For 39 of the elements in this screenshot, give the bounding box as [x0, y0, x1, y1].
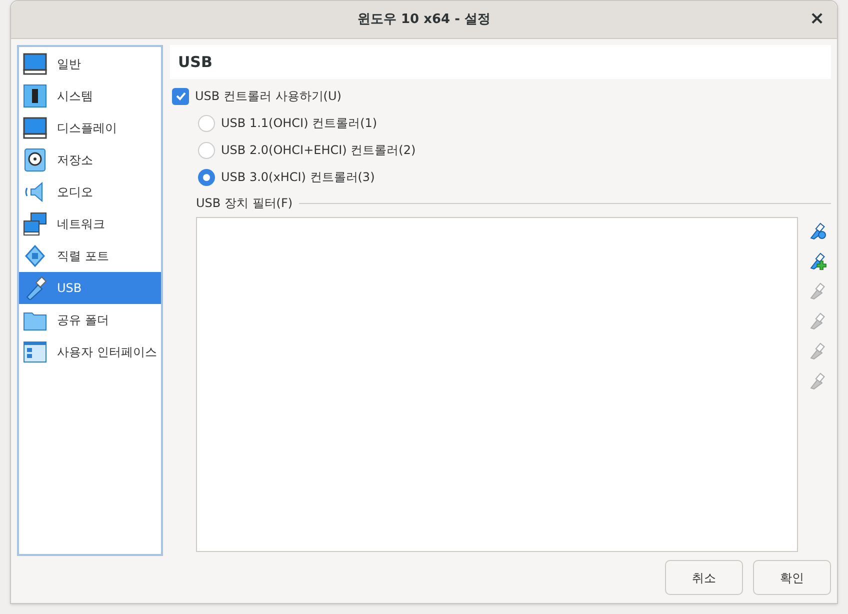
radio-button[interactable]: [198, 168, 215, 186]
usb-plug-plus-icon: [809, 252, 827, 270]
sidebar-item[interactable]: 직렬 포트: [19, 240, 161, 272]
sidebar-item[interactable]: 일반: [19, 48, 161, 80]
sidebar-item[interactable]: 네트워크: [19, 208, 161, 240]
checkbox-label: USB 컨트롤러 사용하기(U): [195, 88, 342, 105]
sidebar-item[interactable]: 저장소: [19, 144, 161, 176]
checkbox[interactable]: [172, 88, 189, 104]
window-title: 윈도우 10 x64 - 설정: [357, 10, 491, 29]
radio-label: USB 3.0(xHCI) 컨트롤러(3): [221, 169, 375, 186]
sidebar-item[interactable]: USB: [19, 272, 161, 304]
sidebar-item[interactable]: 사용자 인터페이스: [19, 336, 161, 368]
network-icon: [23, 212, 47, 236]
usb-plug-icon: [809, 282, 827, 300]
sidebar-item[interactable]: 디스플레이: [19, 112, 161, 144]
sidebar-item[interactable]: 공유 폴더: [19, 304, 161, 336]
sidebar-item[interactable]: 오디오: [19, 176, 161, 208]
close-button[interactable]: ×: [807, 9, 827, 29]
chip-icon: [23, 84, 47, 108]
usb-plug-icon: [809, 312, 827, 330]
monitor-icon: [23, 116, 47, 140]
radio-label: USB 2.0(OHCI+EHCI) 컨트롤러(2): [221, 142, 416, 159]
dialog-button[interactable]: 취소: [665, 560, 743, 595]
window-layout-icon: [23, 340, 47, 364]
usb-plug-icon: [809, 342, 827, 360]
usb-plug-button[interactable]: [808, 221, 828, 241]
usb-plug-plus-button[interactable]: [808, 251, 828, 271]
section-label: USB 장치 필터(F): [196, 195, 293, 212]
usb-plug-icon: [809, 372, 827, 390]
monitor-icon: [23, 52, 47, 76]
usb-plug-icon: [809, 222, 827, 240]
radio-label: USB 1.1(OHCI) 컨트롤러(1): [221, 115, 378, 132]
sidebar-item[interactable]: 시스템: [19, 80, 161, 112]
radio-button[interactable]: [198, 142, 215, 158]
dialog-button[interactable]: 확인: [753, 560, 831, 595]
checkmark-icon: [174, 90, 186, 102]
serial-port-icon: [23, 244, 47, 268]
page-title: USB: [178, 52, 212, 73]
radio-button[interactable]: [198, 114, 215, 132]
